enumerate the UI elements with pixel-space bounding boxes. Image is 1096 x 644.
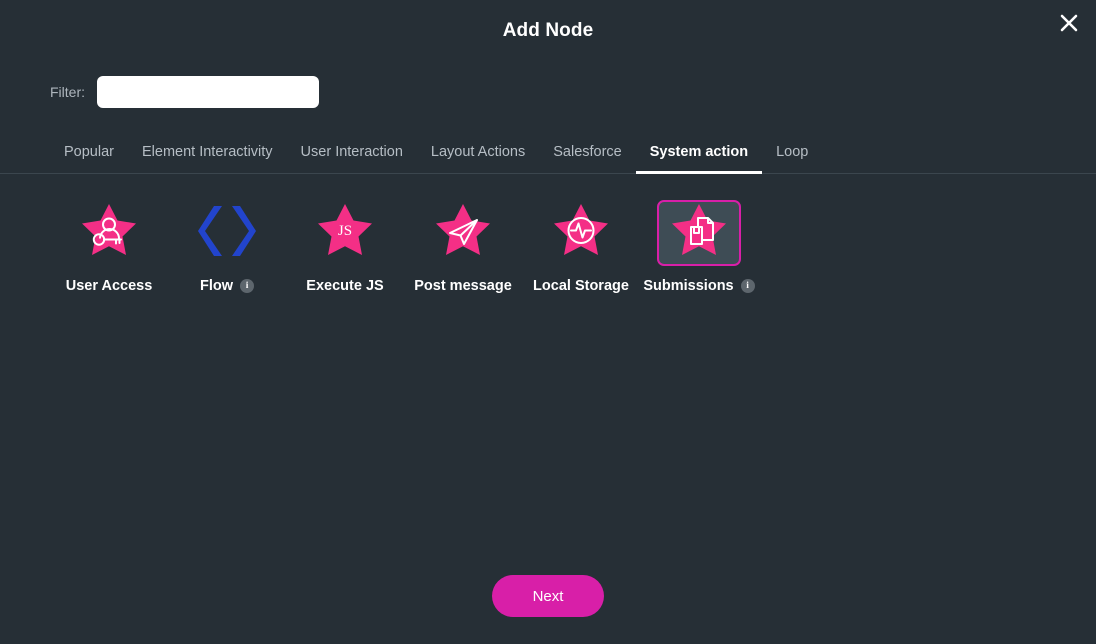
- tab-system-action[interactable]: System action: [635, 138, 763, 174]
- node-label-row: Flow i: [168, 278, 286, 294]
- node-tile: [539, 200, 623, 266]
- node-item-submissions[interactable]: Submissions i: [640, 200, 758, 294]
- tab-salesforce[interactable]: Salesforce: [539, 138, 636, 174]
- node-label: Local Storage: [533, 278, 629, 294]
- dialog-title: Add Node: [502, 20, 594, 41]
- node-item-post-message[interactable]: Post message: [404, 200, 522, 294]
- node-grid: User Access Flow i JS Execute JS Post me…: [0, 174, 1096, 294]
- tab-element-interactivity[interactable]: Element Interactivity: [128, 138, 287, 174]
- info-icon[interactable]: i: [240, 279, 255, 293]
- js-star-icon: JS: [315, 202, 375, 265]
- filter-row: Filter:: [0, 76, 1096, 108]
- node-label: Execute JS: [306, 278, 384, 294]
- filter-input[interactable]: [97, 76, 319, 108]
- tab-user-interaction[interactable]: User Interaction: [287, 138, 417, 174]
- node-label-row: Post message: [404, 278, 522, 294]
- dialog-footer: Next: [0, 575, 1096, 617]
- node-tile: [421, 200, 505, 266]
- tab-layout-actions[interactable]: Layout Actions: [417, 138, 539, 174]
- node-tile: [185, 200, 269, 266]
- info-icon[interactable]: i: [740, 279, 755, 293]
- node-item-local-storage[interactable]: Local Storage: [522, 200, 640, 294]
- angle-brackets-icon: [197, 202, 257, 265]
- close-button[interactable]: [1052, 6, 1086, 40]
- document-star-icon: [669, 202, 729, 265]
- next-button[interactable]: Next: [492, 575, 604, 617]
- svg-text:JS: JS: [338, 223, 352, 239]
- node-tile: JS: [303, 200, 387, 266]
- node-label: Post message: [414, 278, 512, 294]
- pulse-star-icon: [551, 202, 611, 265]
- node-item-user-access[interactable]: User Access: [50, 200, 168, 294]
- node-label-row: Execute JS: [286, 278, 404, 294]
- node-label: User Access: [65, 278, 153, 294]
- tab-popular[interactable]: Popular: [50, 138, 128, 174]
- user-key-star-icon: [79, 202, 139, 265]
- node-label: Submissions: [643, 278, 734, 294]
- node-label-row: Submissions i: [640, 278, 758, 294]
- filter-label: Filter:: [50, 84, 85, 100]
- node-label: Flow: [199, 278, 234, 294]
- node-label-row: Local Storage: [522, 278, 640, 294]
- paper-plane-star-icon: [433, 202, 493, 265]
- node-tile: [67, 200, 151, 266]
- close-icon: [1058, 12, 1080, 34]
- node-item-execute-js[interactable]: JS Execute JS: [286, 200, 404, 294]
- tab-bar: Popular Element Interactivity User Inter…: [0, 138, 1096, 174]
- node-tile-selected: [657, 200, 741, 266]
- tab-loop[interactable]: Loop: [762, 138, 822, 174]
- node-item-flow[interactable]: Flow i: [168, 200, 286, 294]
- node-label-row: User Access: [50, 278, 168, 294]
